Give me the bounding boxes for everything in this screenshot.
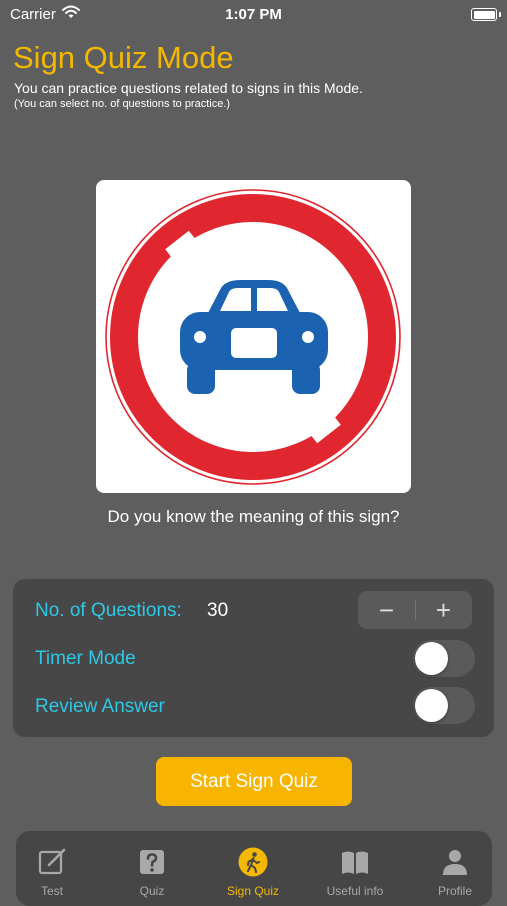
tab-quiz[interactable]: Quiz (107, 831, 197, 906)
page-note: (You can select no. of questions to prac… (14, 98, 231, 110)
questions-label: No. of Questions: (35, 600, 182, 621)
toggle-knob (415, 689, 448, 722)
battery-icon (471, 8, 501, 21)
tab-test[interactable]: Test (7, 831, 97, 906)
timer-mode-label: Timer Mode (35, 648, 136, 669)
tab-sign-quiz[interactable]: Sign Quiz (208, 831, 298, 906)
no-vehicles-sign-icon (105, 189, 401, 485)
page-title: Sign Quiz Mode (13, 40, 234, 75)
review-answer-label: Review Answer (35, 696, 165, 717)
settings-panel: No. of Questions: 30 − + Timer Mode Revi… (13, 579, 494, 737)
tab-label: Quiz (139, 884, 165, 898)
pencil-square-icon (38, 848, 66, 875)
sign-question: Do you know the meaning of this sign? (107, 507, 400, 526)
open-book-icon (342, 851, 368, 874)
tab-profile[interactable]: Profile (410, 831, 500, 906)
status-bar: Carrier 1:07 PM (0, 0, 507, 28)
sign-card (96, 180, 411, 493)
tab-label: Test (40, 884, 63, 898)
tab-label: Profile (437, 884, 472, 898)
question-box-icon (140, 850, 164, 874)
clock: 1:07 PM (225, 6, 282, 23)
questions-stepper[interactable]: − + (358, 591, 472, 629)
tab-label: Useful info (326, 884, 384, 898)
tab-useful-info[interactable]: Useful info (310, 831, 400, 906)
increment-button[interactable]: + (415, 591, 472, 629)
decrement-button[interactable]: − (358, 591, 415, 629)
person-icon (443, 850, 467, 875)
tab-label: Sign Quiz (226, 884, 280, 898)
walking-person-icon (238, 847, 268, 877)
review-answer-toggle[interactable] (413, 687, 475, 724)
page-subtitle: You can practice questions related to si… (14, 80, 363, 96)
start-sign-quiz-button[interactable]: Start Sign Quiz (156, 757, 352, 806)
questions-value: 30 (207, 600, 229, 621)
tab-bar: Test Quiz Sign Quiz Useful info Profile (16, 831, 492, 906)
toggle-knob (415, 642, 448, 675)
timer-mode-toggle[interactable] (413, 640, 475, 677)
